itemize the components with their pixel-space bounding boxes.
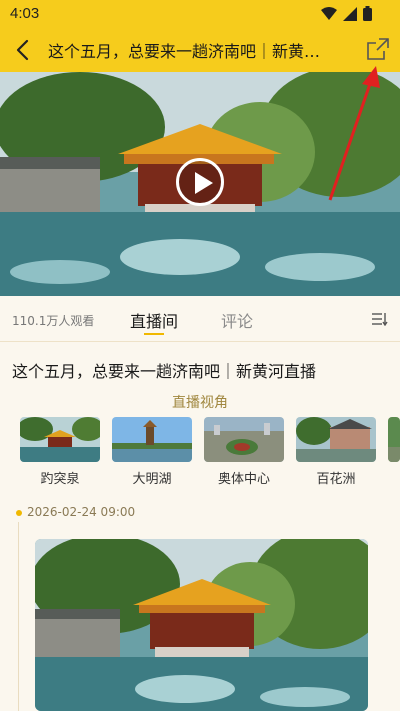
status-icons [321, 6, 372, 21]
status-bar: 4:03 [0, 0, 400, 28]
view-thumbnail [20, 417, 100, 462]
tab-live-room[interactable]: 直播间 [130, 308, 178, 332]
timeline-line [18, 522, 19, 711]
view-item-baihua-islet[interactable]: 百花洲 [296, 417, 376, 487]
view-thumbnail [204, 417, 284, 462]
view-label: 大明湖 [132, 472, 172, 487]
app-header: 这个五月，总要来一趟济南吧｜新黄… [0, 28, 400, 72]
view-thumbnail [388, 417, 400, 462]
views-section-label: 直播视角 [172, 395, 228, 411]
back-arrow-icon[interactable] [12, 38, 36, 62]
view-label: 百花洲 [316, 472, 356, 487]
wifi-icon [321, 6, 337, 20]
view-thumbnail [296, 417, 376, 462]
post-time: 2026-02-24 09:00 [27, 505, 136, 519]
view-thumbnail [112, 417, 192, 462]
video-player[interactable] [0, 72, 400, 296]
signal-icon [343, 6, 357, 21]
tab-comments[interactable]: 评论 [221, 308, 253, 332]
viewer-count: 110.1万人观看 [12, 314, 95, 328]
view-label: 趵突泉 [40, 472, 80, 487]
view-list: 趵突泉 大明湖 奥体中心 百花洲 [0, 417, 400, 487]
play-button[interactable] [176, 158, 224, 206]
battery-icon [363, 6, 372, 21]
top-bar: 4:03 这个五月，总要来一趟济南吧｜新黄… [0, 0, 400, 72]
active-tab-indicator [144, 333, 164, 335]
sort-icon[interactable] [372, 312, 388, 326]
view-item-daming-lake[interactable]: 大明湖 [112, 417, 192, 487]
view-label: 奥体中心 [217, 472, 270, 487]
status-time: 4:03 [10, 5, 40, 22]
page-title: 这个五月，总要来一趟济南吧｜新黄… [48, 42, 321, 61]
tab-bar: 110.1万人观看 直播间 评论 [0, 296, 400, 342]
post-image[interactable] [35, 539, 368, 711]
view-item-partial[interactable] [388, 417, 400, 462]
timeline-dot [16, 510, 22, 516]
live-title: 这个五月，总要来一趟济南吧｜新黄河直播 [12, 362, 317, 381]
share-icon[interactable] [366, 37, 390, 61]
view-item-baotu-spring[interactable]: 趵突泉 [20, 417, 100, 487]
view-item-olympic-center[interactable]: 奥体中心 [204, 417, 284, 487]
